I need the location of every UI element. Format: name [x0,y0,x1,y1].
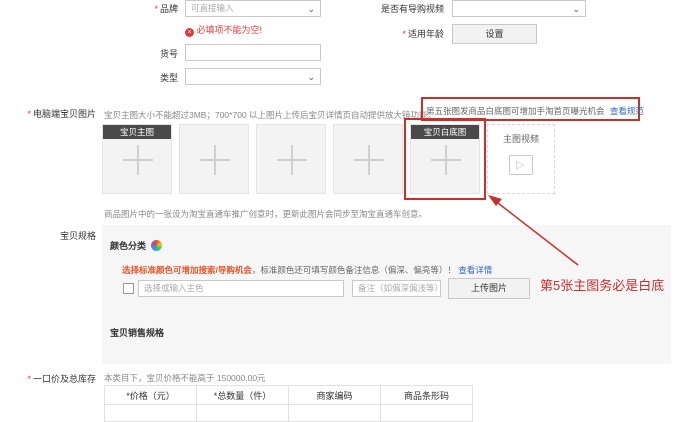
upload-image-button[interactable]: 上传图片 [448,278,530,299]
color-remark-input[interactable]: 备注（如偏深偏浅等） [352,280,443,297]
color-wheel-icon [150,240,162,251]
age-label: * 适用年龄 [402,29,444,39]
images-size-hint: 宝贝主图大小不能超过3MB；700*700 以上图片上传后宝贝详情页自动提供放大… [104,110,437,120]
video-guide-select[interactable]: ⌄ [452,0,586,17]
sales-spec-title: 宝贝销售规格 [110,328,165,338]
main-image-tag: 宝贝主图 [103,125,171,139]
images-sub-hint: 商品图片中的一张设为淘宝直通车推广创意时，更新此图片会同步至淘宝直通车创意。 [104,209,428,219]
price-table: *价格（元） *总数量（件） 商家编码 商品条形码 [104,385,473,422]
brand-error: × 必填项不能为空! [185,23,262,37]
type-select[interactable]: ⌄ [185,68,321,85]
quantity-cell[interactable] [196,404,289,422]
sku-label: 宝贝规格 [59,231,96,241]
color-category-title: 颜色分类 [110,239,162,252]
price-column-header: *价格（元） [104,385,197,405]
view-spec-link[interactable]: 查看规范 [610,106,644,116]
main-image-slot-4[interactable] [333,124,403,194]
images-label: * 电脑端宝贝图片 [27,109,96,119]
color-input[interactable]: 选择或输入主色 [138,280,344,297]
color-checkbox[interactable] [123,283,134,294]
plus-icon-bar [137,145,139,175]
merchant-code-cell[interactable] [288,404,381,422]
chevron-down-icon: ⌄ [572,4,580,14]
brand-label: * 品牌 [154,4,178,14]
plus-icon-bar [368,145,370,175]
item-no-label: 货号 [159,49,178,59]
main-video-slot[interactable]: 主图视频 ▷ [487,124,555,194]
chevron-down-icon: ⌄ [307,72,315,82]
quantity-column-header: *总数量（件） [196,385,289,405]
item-no-input[interactable] [185,44,321,61]
barcode-cell[interactable] [380,404,473,422]
merchant-code-column-header: 商家编码 [288,385,381,405]
age-setting-button[interactable]: 设置 [452,24,537,44]
main-video-label: 主图视频 [502,134,539,144]
plus-icon-bar [291,145,293,175]
brand-select[interactable]: 可直接输入 ⌄ [185,0,321,17]
video-guide-label: 是否有导购视频 [380,4,444,14]
type-label: 类型 [159,73,178,83]
white-image-promo: 第五张图发商品白底图可增加手淘首页曝光机会 查看规范 [426,106,644,116]
white-image-tag: 宝贝白底图 [411,125,479,139]
plus-icon-bar [214,145,216,175]
price-label: * 一口价及总库存 [27,374,96,384]
main-image-slot-1[interactable]: 宝贝主图 [102,124,172,194]
main-image-slot-2[interactable] [179,124,249,194]
color-promo-line: 选择标准颜色可增加搜索/导购机会，标准颜色还可填写颜色备注信息（偏深、偏亮等）！… [122,265,493,275]
video-add-icon: ▷ [509,155,533,175]
main-image-slot-3[interactable] [256,124,326,194]
color-detail-link[interactable]: 查看详情 [458,265,492,275]
annotation-text: 第5张主图务必是白底 [540,278,665,293]
plus-icon-bar [445,145,447,175]
required-mark: * [402,29,406,39]
chevron-down-icon: ⌄ [307,4,315,14]
barcode-column-header: 商品条形码 [380,385,473,405]
price-cell[interactable] [104,404,197,422]
brand-placeholder: 可直接输入 [191,3,234,13]
required-mark: * [27,374,31,384]
error-icon: × [185,28,194,37]
required-mark: * [27,109,31,119]
price-hint: 本类目下，宝贝价格不能高于 150000.00元 [104,373,266,383]
required-mark: * [154,4,158,14]
white-image-slot[interactable]: 宝贝白底图 [410,124,480,194]
play-icon: ▷ [516,159,525,171]
